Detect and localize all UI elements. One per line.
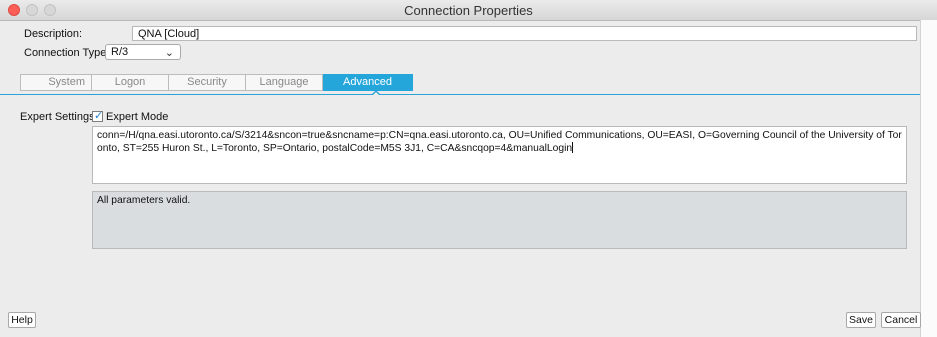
expert-settings-label: Expert Settings: (20, 111, 98, 123)
checkmark-icon: ✓ (94, 110, 104, 122)
connection-type-select[interactable]: R/3 ⌄ (105, 44, 181, 60)
window-edge (920, 20, 937, 337)
expert-mode-label[interactable]: Expert Mode (106, 111, 168, 123)
description-label: Description: (24, 28, 83, 40)
save-button[interactable]: Save (846, 312, 876, 328)
text-cursor (572, 142, 574, 153)
tab-security[interactable]: Security (169, 74, 246, 91)
cancel-button[interactable]: Cancel (881, 312, 921, 328)
window-title: Connection Properties (404, 3, 533, 18)
connection-string-textarea[interactable]: conn=/H/qna.easi.utoronto.ca/S/3214&snco… (92, 126, 907, 184)
connection-type-value: R/3 (111, 46, 129, 58)
connection-string-text: conn=/H/qna.easi.utoronto.ca/S/3214&snco… (97, 130, 902, 154)
connection-type-label: Connection Type: (24, 47, 110, 59)
expert-mode-checkbox[interactable]: ✓ (92, 110, 104, 122)
title-bar: Connection Properties (0, 0, 937, 21)
tab-advanced[interactable]: Advanced (323, 74, 413, 91)
tab-system[interactable]: System (20, 74, 92, 91)
help-button[interactable]: Help (8, 312, 36, 328)
tab-underline (0, 94, 920, 95)
validation-message-box: All parameters valid. (92, 191, 907, 249)
tab-logon[interactable]: Logon (92, 74, 169, 91)
validation-message: All parameters valid. (97, 195, 191, 206)
tab-language[interactable]: Language (246, 74, 323, 91)
tab-bar: System Logon Security Language Advanced (20, 74, 413, 91)
chevron-down-icon: ⌄ (164, 47, 174, 59)
description-field[interactable]: QNA [Cloud] (132, 26, 917, 41)
